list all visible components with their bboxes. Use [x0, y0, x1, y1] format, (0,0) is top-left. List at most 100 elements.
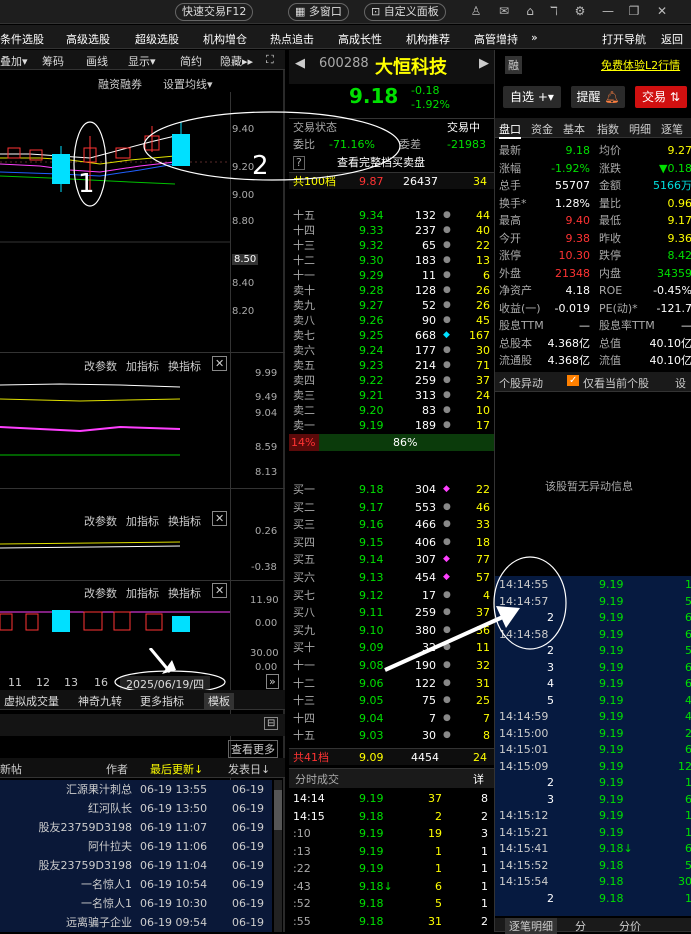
author-column-header[interactable]: 作者 [106, 761, 128, 777]
bid-row[interactable]: 买三9.16466●33 [289, 516, 494, 533]
edit-params-button[interactable]: 改参数 [84, 358, 117, 374]
ask-row[interactable]: 卖五9.23214●71 [289, 358, 494, 373]
bid-row[interactable]: 买十9.0932●11 [289, 639, 494, 656]
chips-button[interactable]: 筹码 [42, 53, 64, 69]
ask-row[interactable]: 十五9.34132●44 [289, 208, 494, 223]
quick-trade-button[interactable]: 快速交易F12 [175, 3, 253, 21]
indicator-tab[interactable]: 更多指标 [140, 693, 184, 709]
bid-row[interactable]: 买六9.13454◆57 [289, 569, 494, 586]
multi-window-button[interactable]: ▦ 多窗口 [288, 3, 349, 21]
tab-detail[interactable]: 明细 [629, 121, 651, 137]
bid-row[interactable]: 十三9.0575●25 [289, 692, 494, 709]
next-stock-icon[interactable]: ▶ [479, 56, 489, 71]
hide-button[interactable]: 隐藏▸▸ [220, 53, 253, 69]
shirt-icon[interactable]: ℸ [546, 4, 562, 18]
display-button[interactable]: 显示▾ [128, 53, 156, 69]
add-indicator-button[interactable]: 加指标 [126, 513, 159, 529]
close-icon[interactable]: ✕ [654, 4, 670, 18]
bid-row[interactable]: 买五9.14307◆77 [289, 551, 494, 568]
ask-row[interactable]: 卖一9.19189●17 [289, 418, 494, 433]
bid-row[interactable]: 买四9.15406●18 [289, 534, 494, 551]
minimize-icon[interactable]: — [600, 4, 616, 18]
bid-row[interactable]: 十四9.047●7 [289, 710, 494, 727]
scroll-right-icon[interactable]: » [266, 674, 279, 689]
home-icon[interactable]: ⌂ [522, 4, 538, 18]
tab-funds[interactable]: 资金 [531, 121, 553, 137]
ask-row[interactable]: 十一9.2911●6 [289, 268, 494, 283]
checkbox-icon[interactable]: ✓ [567, 375, 579, 386]
bid-row[interactable]: 买一9.18304◆22 [289, 481, 494, 498]
simple-button[interactable]: 简约 [180, 53, 202, 69]
expand-icon[interactable]: ⛶ [266, 53, 274, 67]
tab-pankou[interactable]: 盘口 [499, 121, 521, 139]
menu-item[interactable]: 超级选股 [135, 31, 179, 47]
close-panel-icon[interactable]: ✕ [212, 511, 227, 526]
forum-row[interactable]: 一名惊人106-19 10:3006-19 [0, 894, 272, 913]
settings-icon[interactable]: ⚙ [572, 4, 588, 18]
user-icon[interactable]: ♙ [468, 4, 484, 18]
edit-params-button[interactable]: 改参数 [84, 513, 117, 529]
mail-icon[interactable]: ✉ [496, 4, 512, 18]
add-indicator-button[interactable]: 加指标 [126, 358, 159, 374]
ask-row[interactable]: 十四9.33237●40 [289, 223, 494, 238]
ticks-detail-button[interactable]: 详 [473, 771, 484, 788]
candlestick-chart[interactable]: 1 [0, 92, 230, 347]
menu-item[interactable]: 条件选股 [0, 31, 44, 47]
switch-indicator-button[interactable]: 换指标 [168, 513, 201, 529]
watchlist-button[interactable]: 自选 +▾ [503, 86, 561, 108]
collapse-icon[interactable]: ⊟ [264, 717, 278, 730]
help-icon[interactable]: ? [293, 156, 305, 170]
menu-item[interactable]: 热点追击 [270, 31, 314, 47]
menu-item[interactable]: 机构增仓 [203, 31, 247, 47]
ask-row[interactable]: 卖三9.21313●24 [289, 388, 494, 403]
ask-row[interactable]: 卖六9.24177●30 [289, 343, 494, 358]
ask-row[interactable]: 卖四9.22259●37 [289, 373, 494, 388]
forum-row[interactable]: 股友23759D319806-19 11:0406-19 [0, 856, 272, 875]
bid-row[interactable]: 十五9.0330●8 [289, 727, 494, 744]
indicator-tab[interactable]: 虚拟成交量 [4, 693, 59, 709]
maximize-icon[interactable]: ❐ [626, 4, 642, 18]
new-post-tab[interactable]: 新帖 [0, 761, 22, 777]
tab-index[interactable]: 指数 [597, 121, 619, 137]
ask-row[interactable]: 卖十9.28128●26 [289, 283, 494, 298]
forum-row[interactable]: 一名惊人106-19 10:5406-19 [0, 875, 272, 894]
ma-settings-button[interactable]: 设置均线▾ [163, 76, 213, 92]
forum-row[interactable]: 远离骗子企业06-19 09:5406-19 [0, 913, 272, 932]
edit-params-button[interactable]: 改参数 [84, 585, 117, 601]
bid-row[interactable]: 买九9.10380●36 [289, 622, 494, 639]
tab-tick-by-tick[interactable]: 逐笔 [661, 121, 683, 137]
close-panel-icon[interactable]: ✕ [212, 356, 227, 371]
menu-item[interactable]: 高级选股 [66, 31, 110, 47]
bid-row[interactable]: 十二9.06122●31 [289, 675, 494, 692]
ask-row[interactable]: 卖八9.2690●45 [289, 313, 494, 328]
menu-item[interactable]: 打开导航 [602, 31, 646, 47]
menu-item[interactable]: 高管增持 [474, 31, 518, 47]
menu-more-icon[interactable]: » [531, 31, 538, 44]
anomaly-settings-button[interactable]: 设 [675, 375, 686, 391]
bid-row[interactable]: 买二9.17553●46 [289, 499, 494, 516]
margin-trading-label[interactable]: 融资融券 [98, 76, 142, 92]
ask-row[interactable]: 十二9.30183●13 [289, 253, 494, 268]
l2-trial-link[interactable]: 免费体验L2行情 [601, 57, 680, 73]
prev-stock-icon[interactable]: ◀ [295, 56, 305, 71]
bid-row[interactable]: 买八9.11259●37 [289, 604, 494, 621]
menu-item[interactable]: 机构推荐 [406, 31, 450, 47]
close-panel-icon[interactable]: ✕ [212, 583, 227, 598]
post-date-column-header[interactable]: 发表日↓ [228, 761, 270, 777]
ask-row[interactable]: 卖九9.2752●26 [289, 298, 494, 313]
forum-scrollbar[interactable] [274, 780, 282, 932]
draw-button[interactable]: 画线 [86, 53, 108, 69]
switch-indicator-button[interactable]: 换指标 [168, 358, 201, 374]
indicator-tab[interactable]: 模板 [204, 693, 234, 709]
custom-panel-button[interactable]: ⊡ 自定义面板 [364, 3, 446, 21]
overlay-button[interactable]: 叠加▾ [0, 53, 28, 69]
view-full-row[interactable]: ? 查看完整档买卖盘 [289, 154, 494, 171]
view-full-book-button[interactable]: 查看完整档买卖盘 [337, 154, 425, 171]
ask-row[interactable]: 卖二9.2083●10 [289, 403, 494, 418]
ask-row[interactable]: 十三9.3265●22 [289, 238, 494, 253]
forum-row[interactable]: 股友23759D319806-19 11:0706-19 [0, 818, 272, 837]
trade-button[interactable]: 交易 ⇅ [635, 86, 687, 108]
indicator-tab[interactable]: 神奇九转 [78, 693, 122, 709]
forum-row[interactable]: 汇源果汁刺总06-19 13:5506-19 [0, 780, 272, 799]
alert-button[interactable]: 提醒 🔔︎ [571, 86, 625, 108]
